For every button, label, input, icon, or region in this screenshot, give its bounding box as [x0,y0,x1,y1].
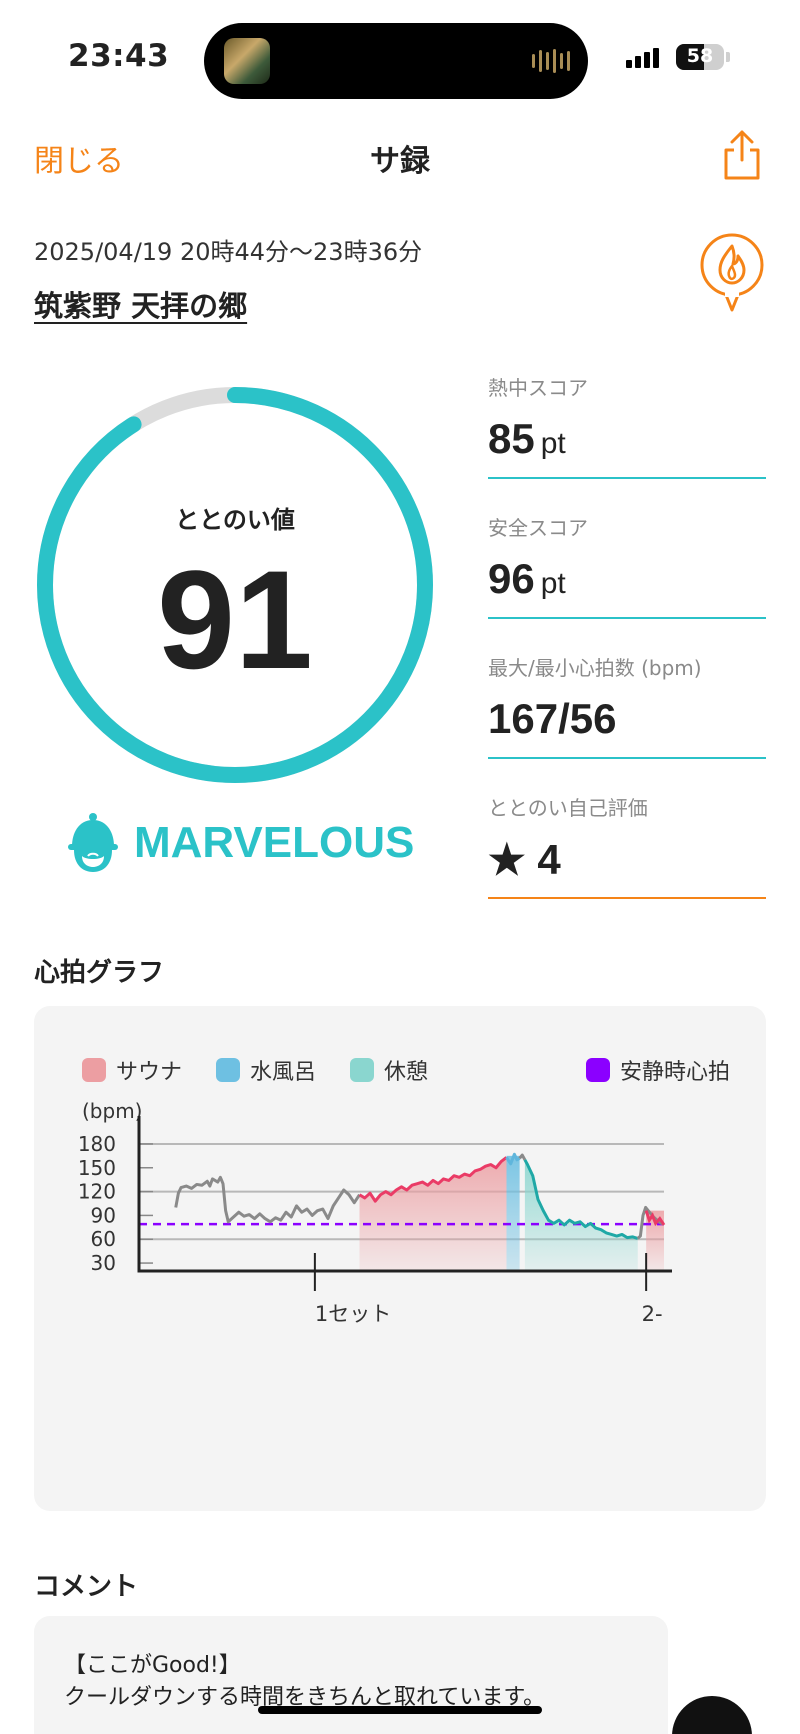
stat-divider [488,897,766,899]
stat-heat-score: 熱中スコア 85 pt [488,372,766,479]
x-tick-label: 1セット [315,1302,391,1326]
y-tick-label: 180 [78,1132,116,1156]
legend-swatch [82,1058,106,1082]
battery-percent: 58 [686,45,714,67]
legend-sauna: サウナ [82,1054,182,1086]
graph-section-title: 心拍グラフ [34,958,165,988]
y-tick-label: 90 [91,1203,116,1227]
cold-bath-area [506,1155,520,1271]
stat-label: 安全スコア [488,516,588,540]
other-hr-line [518,1153,527,1161]
heart-rate-chart: (bpm) 306090120150180 1セット 2- [78,1099,672,1326]
legend-resting-hr: 安静時心拍 [586,1054,730,1086]
stat-label: ととのい自己評価 [488,796,648,820]
stat-label: 熱中スコア [488,376,588,400]
legend-label: サウナ [116,1060,183,1085]
comment-text: 【ここがGood!】 クールダウンする時間をきちんと取れています。 [64,1650,545,1714]
fire-icon [700,233,764,312]
cellular-signal-icon [626,48,659,68]
stat-label: 最大/最小心拍数 (bpm) [488,656,702,680]
close-button[interactable]: 閉じる [34,136,124,180]
y-tick-label: 120 [78,1180,116,1204]
fire-badge-button[interactable] [698,232,766,314]
legend-label: 休憩 [384,1060,429,1085]
stat-value: 167/56 [488,695,617,742]
rest-area [524,1159,638,1271]
stat-unit: pt [540,567,566,600]
stat-heart-rate: 最大/最小心拍数 (bpm) 167/56 [488,652,766,759]
legend-swatch [216,1058,240,1082]
battery-icon: 58 [676,44,724,70]
y-axis-unit: (bpm) [82,1099,142,1123]
floating-action-button[interactable] [672,1696,752,1734]
legend-swatch [586,1058,610,1082]
stat-divider [488,757,766,759]
stat-value: ★ 4 [488,836,561,883]
stat-value: 85 pt [488,415,566,462]
other-hr-line [174,1175,361,1224]
stat-safety-score: 安全スコア 96 pt [488,512,766,619]
now-playing-artwork [224,38,270,84]
y-tick-label: 60 [91,1227,116,1251]
legend-label: 水風呂 [250,1060,317,1085]
rank-label: MARVELOUS [134,818,415,867]
battery-cap [726,52,730,62]
facility-link[interactable]: 筑紫野 天拝の郷 [34,283,247,325]
home-indicator [258,1706,542,1714]
legend-swatch [350,1058,374,1082]
comment-line: 【ここがGood!】 [64,1653,241,1678]
share-button[interactable] [720,128,764,182]
x-tick-label: 2- [642,1302,663,1326]
stat-unit: pt [540,427,566,460]
legend-label: 安静時心拍 [620,1060,731,1085]
y-tick-label: 150 [78,1156,116,1180]
stat-self-rating[interactable]: ととのい自己評価 ★ 4 [488,792,766,899]
stat-value: 96 pt [488,555,566,602]
y-tick-label: 30 [91,1251,116,1275]
status-time: 23:43 [68,38,170,74]
share-icon [724,130,760,180]
session-datetime: 2025/04/19 20時44分〜23時36分 [34,238,423,266]
legend-rest: 休憩 [350,1054,428,1086]
score-label: ととのい値 [175,506,295,534]
score-value: 91 [157,541,313,698]
sauna-hat-icon [68,813,118,872]
audio-waveform-icon [532,49,570,73]
dynamic-island[interactable] [204,23,588,99]
sauna-area [359,1157,507,1271]
stat-divider [488,617,766,619]
legend-cold-bath: 水風呂 [216,1054,316,1086]
stat-divider [488,477,766,479]
comment-section-title: コメント [34,1572,139,1602]
